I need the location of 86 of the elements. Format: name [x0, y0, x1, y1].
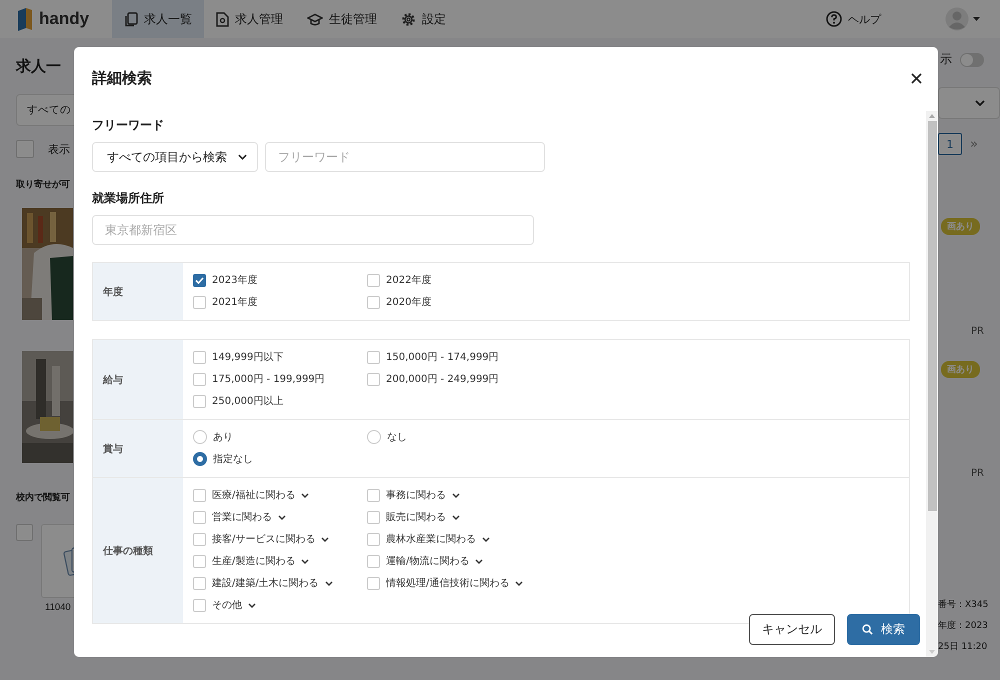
help-icon — [826, 11, 842, 27]
radio-button[interactable] — [193, 452, 207, 466]
option-label: 農林水産業に関わる — [386, 532, 476, 546]
option-label: 2020年度 — [386, 296, 432, 309]
option-label: 250,000円以上 — [212, 394, 284, 408]
section-title: 取り寄せが可 — [16, 178, 71, 191]
chevron-down-icon[interactable] — [452, 514, 460, 520]
option-label: 医療/福祉に関わる — [212, 488, 296, 502]
option-label: 事務に関わる — [386, 488, 446, 502]
option-label: 接客/サービスに関わる — [212, 532, 316, 546]
option-label: 2023年度 — [212, 274, 258, 287]
option-label: 150,000円 - 174,999円 — [386, 351, 499, 364]
row-header: 給与 — [93, 340, 183, 419]
address-field[interactable]: 東京都新宿区 — [92, 215, 534, 245]
row-header: 年度 — [93, 263, 183, 320]
close-icon[interactable] — [911, 72, 922, 84]
option-label: その他 — [212, 599, 242, 612]
chevron-down-icon[interactable] — [278, 514, 286, 520]
chevron-down-icon[interactable] — [475, 558, 484, 564]
logo-text: handy — [39, 9, 90, 29]
search-button[interactable]: 検索 — [847, 614, 920, 645]
checkbox[interactable] — [193, 274, 206, 286]
option-label: 175,000円 - 199,999円 — [212, 373, 325, 386]
graduation-cap-icon — [307, 12, 323, 26]
pr-label: PR — [971, 326, 984, 337]
copy-icon — [124, 12, 138, 26]
search-icon — [862, 624, 873, 635]
field-label: 就業場所住所 — [92, 190, 165, 207]
option-label: 149,999円以下 — [212, 350, 284, 364]
toggle-switch[interactable] — [960, 52, 984, 66]
scroll-up-icon[interactable] — [929, 114, 935, 118]
option-label: なし — [387, 431, 407, 444]
option-label: 2021年度 — [212, 296, 258, 309]
chevron-down-icon — [975, 100, 985, 106]
freeword-field[interactable]: フリーワード — [265, 142, 545, 172]
job-meta-text: 25日 11:20 — [938, 641, 988, 654]
chevron-down-icon[interactable] — [324, 580, 333, 586]
help-link[interactable]: ヘルプ — [826, 11, 881, 27]
row-header: 仕事の種類 — [93, 478, 183, 623]
scroll-down-icon[interactable] — [929, 650, 935, 654]
chevron-down-icon[interactable] — [301, 558, 310, 564]
cancel-button[interactable]: キャンセル — [749, 614, 835, 645]
checkmark-icon — [195, 276, 204, 284]
card-id: 11040 — [45, 602, 72, 613]
scrollbar[interactable] — [926, 111, 938, 657]
option-label: 運輸/物流に関わる — [386, 554, 470, 568]
sort-select[interactable] — [938, 87, 1000, 119]
document-icon — [216, 12, 229, 26]
option-label: あり — [213, 431, 233, 444]
chevron-down-icon[interactable] — [321, 536, 330, 542]
chevron-down-icon[interactable] — [248, 602, 256, 608]
chevron-down-icon[interactable] — [452, 492, 460, 498]
job-meta-text: 番号：X345 — [938, 598, 988, 612]
section-title: 校内で閲覧可 — [16, 491, 71, 504]
chevron-down-icon[interactable] — [515, 580, 524, 586]
scope-select[interactable]: すべての項目から検索 — [92, 142, 258, 172]
book-logo-icon — [16, 7, 34, 31]
job-meta-text: 年度：2023 — [938, 620, 988, 633]
page-title: 求人一 — [16, 57, 62, 76]
video-badge: 画あり — [941, 218, 980, 235]
chevron-down-icon[interactable] — [482, 536, 490, 542]
option-label: 販売に関わる — [386, 510, 446, 524]
option-label: 指定なし — [213, 452, 253, 466]
option-label: 情報処理/通信技術に関わる — [386, 576, 510, 590]
nav-tab[interactable]: 生徒管理 — [295, 0, 389, 38]
nav-tab[interactable]: 求人一覧 — [112, 0, 204, 38]
caret-icon[interactable] — [973, 17, 980, 21]
field-label: フリーワード — [92, 117, 165, 134]
filter-select[interactable]: すべての — [16, 94, 74, 126]
chevron-down-icon — [238, 154, 247, 160]
page-button[interactable]: 1 — [938, 133, 962, 155]
option-label: 2022年度 — [386, 274, 432, 287]
chevron-down-icon[interactable] — [301, 492, 310, 498]
settings-icon — [401, 12, 416, 26]
option-label: 建設/建築/土木に関わる — [212, 576, 319, 590]
video-badge: 画あり — [941, 361, 980, 378]
option-label: 営業に関わる — [212, 510, 272, 524]
dialog-title: 詳細検索 — [92, 68, 152, 88]
option-label: 生産/製造に関わる — [212, 554, 296, 568]
nav-tab[interactable]: 求人管理 — [204, 0, 295, 38]
nav-tab[interactable]: 設定 — [389, 0, 458, 38]
select-all-label: 表示 — [48, 142, 70, 156]
row-header: 賞与 — [93, 420, 183, 477]
option-label: 200,000円 - 249,999円 — [386, 373, 499, 386]
pr-label: PR — [971, 468, 984, 479]
toggle-label: 示 — [940, 51, 952, 68]
